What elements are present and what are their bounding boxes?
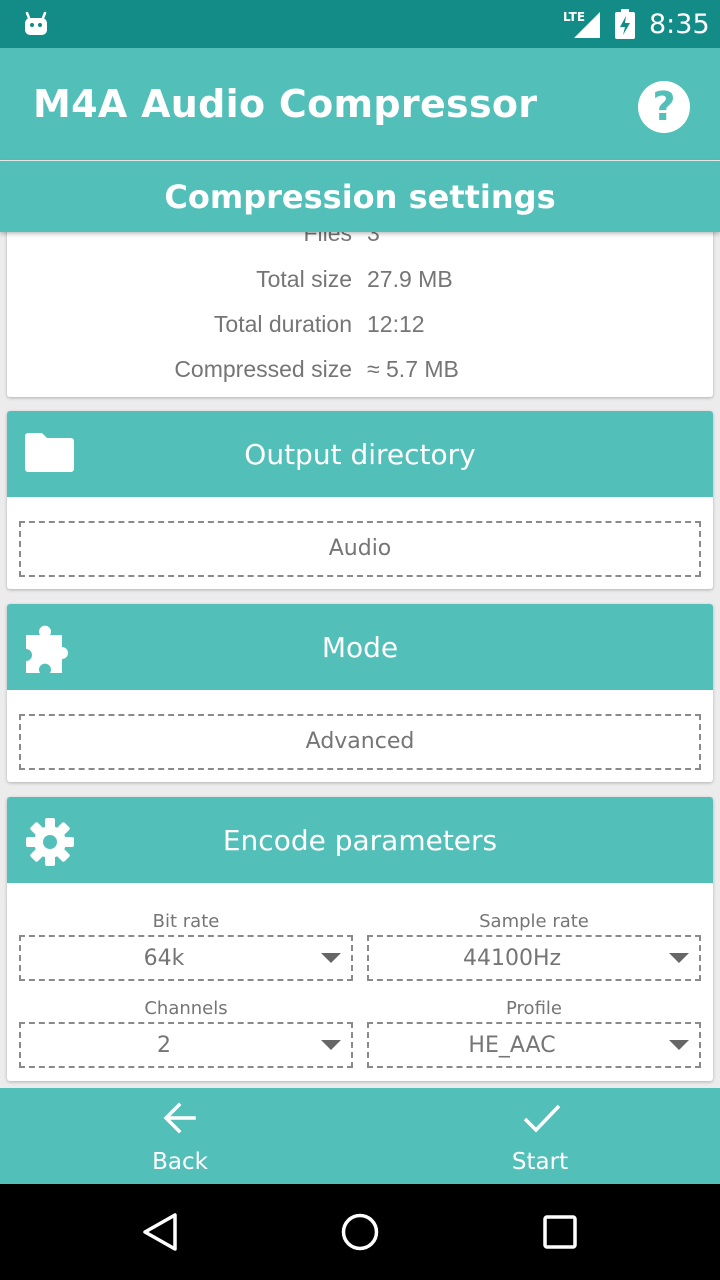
- mode-card: Mode Advanced: [7, 604, 713, 782]
- channels-value: 2: [157, 1033, 171, 1058]
- checkmark-icon: [523, 1104, 561, 1133]
- chevron-down-icon: [669, 1040, 689, 1050]
- channels-select[interactable]: 2: [19, 1022, 353, 1068]
- android-notification-icon: [25, 11, 47, 35]
- summary-card: Files 3 Total size 27.9 MB Total duratio…: [7, 232, 713, 397]
- sample-rate-value: 44100Hz: [462, 946, 562, 971]
- channels-label: Channels: [144, 998, 228, 1019]
- bit-rate-label: Bit rate: [152, 911, 220, 932]
- nav-home-icon[interactable]: [340, 1212, 380, 1252]
- page-title: Compression settings: [164, 178, 556, 216]
- total-duration-label: Total duration: [213, 311, 352, 337]
- chevron-down-icon: [321, 1040, 341, 1050]
- profile-label: Profile: [506, 998, 562, 1019]
- system-navigation-bar: [0, 1184, 720, 1280]
- bit-rate-value: 64k: [143, 946, 185, 971]
- total-duration-value: 12:12: [367, 311, 425, 337]
- mode-field[interactable]: Advanced: [19, 714, 701, 770]
- files-row: Files 3: [7, 232, 713, 252]
- bit-rate-select[interactable]: 64k: [19, 935, 353, 981]
- nav-recents-icon[interactable]: [542, 1212, 578, 1252]
- compressed-size-value: ≈ 5.7 MB: [367, 356, 459, 382]
- output-directory-card: Output directory Audio: [7, 411, 713, 589]
- files-label: Files: [303, 232, 352, 246]
- profile-value: HE_AAC: [468, 1033, 556, 1058]
- battery-charging-icon: [615, 9, 635, 39]
- nav-back-icon[interactable]: [140, 1212, 180, 1252]
- back-button[interactable]: Back: [0, 1088, 360, 1184]
- mode-header: Mode: [7, 604, 713, 690]
- start-button[interactable]: Start: [360, 1088, 720, 1184]
- compressed-size-row: Compressed size ≈ 5.7 MB: [7, 348, 713, 388]
- encode-parameters-title: Encode parameters: [222, 824, 498, 857]
- settings-content[interactable]: Files 3 Total size 27.9 MB Total duratio…: [0, 232, 720, 1088]
- encode-parameters-header: Encode parameters: [7, 797, 713, 883]
- app-bar: M4A Audio Compressor ?: [0, 48, 720, 160]
- chevron-down-icon: [669, 953, 689, 963]
- compressed-size-label: Compressed size: [174, 356, 352, 382]
- files-value: 3: [367, 232, 380, 246]
- encode-parameters-card: Encode parameters Bit rate 64k Sample ra…: [7, 797, 713, 1081]
- bottom-action-bar: Back Start: [0, 1088, 720, 1184]
- signal-icon: [574, 12, 600, 38]
- back-label: Back: [152, 1149, 208, 1175]
- chevron-down-icon: [321, 953, 341, 963]
- start-label: Start: [511, 1149, 569, 1175]
- sample-rate-select[interactable]: 44100Hz: [367, 935, 701, 981]
- profile-select[interactable]: HE_AAC: [367, 1022, 701, 1068]
- total-size-row: Total size 27.9 MB: [7, 258, 713, 298]
- section-header: Compression settings: [0, 161, 720, 232]
- output-directory-field[interactable]: Audio: [19, 521, 701, 577]
- total-size-label: Total size: [256, 266, 352, 292]
- help-button[interactable]: ?: [638, 81, 690, 133]
- output-directory-header: Output directory: [7, 411, 713, 497]
- status-bar: LTE 8:35: [0, 0, 720, 48]
- total-size-value: 27.9 MB: [367, 266, 453, 292]
- sample-rate-label: Sample rate: [479, 911, 589, 932]
- arrow-left-icon: [163, 1102, 196, 1134]
- output-directory-title: Output directory: [244, 438, 476, 471]
- clock: 8:35: [649, 9, 710, 40]
- total-duration-row: Total duration 12:12: [7, 303, 713, 343]
- app-title: M4A Audio Compressor: [33, 82, 538, 126]
- mode-title: Mode: [321, 631, 399, 664]
